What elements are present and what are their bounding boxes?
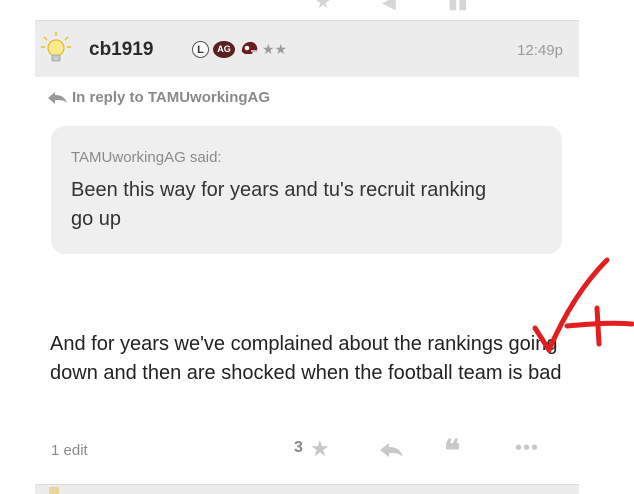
quote-block: TAMUworkingAG said: Been this way for ye… — [51, 126, 562, 254]
badge-l: L — [192, 41, 209, 58]
quote-author[interactable]: TAMUworkingAG said: — [71, 149, 222, 166]
reply-icon[interactable] — [380, 442, 404, 458]
like-count: 3 — [294, 439, 303, 456]
username[interactable]: cb1919 — [89, 39, 153, 61]
helmet-icon — [241, 41, 258, 54]
like-star-icon[interactable]: ★ — [310, 436, 330, 462]
quote-icon[interactable]: ❝ — [444, 434, 460, 469]
more-options-icon[interactable]: ••• — [515, 437, 539, 460]
post-body: And for years we've complained about the… — [50, 333, 562, 384]
star-icon[interactable]: ★ — [315, 0, 331, 13]
red-checkmark-annotation — [532, 257, 634, 353]
rank-stars: ★★ — [262, 41, 288, 57]
edit-count[interactable]: 1 edit — [51, 442, 88, 459]
post-timestamp: 12:49p — [517, 42, 563, 59]
lightbulb-icon — [41, 32, 71, 62]
post-header: cb1919 L AG ★★ 12:49p — [35, 20, 579, 77]
reply-to-text: In reply to TAMUworkingAG — [72, 89, 271, 106]
reply-icon[interactable]: ◀ — [382, 0, 396, 13]
quote-text: Been this way for years and tu's recruit… — [71, 179, 487, 230]
badge-ag: AG — [213, 41, 235, 58]
reply-arrow-icon — [48, 92, 67, 104]
previous-post-footer: ★ ◀ ▮▮ — [0, 0, 634, 20]
quote-icon[interactable]: ▮▮ — [448, 0, 468, 13]
